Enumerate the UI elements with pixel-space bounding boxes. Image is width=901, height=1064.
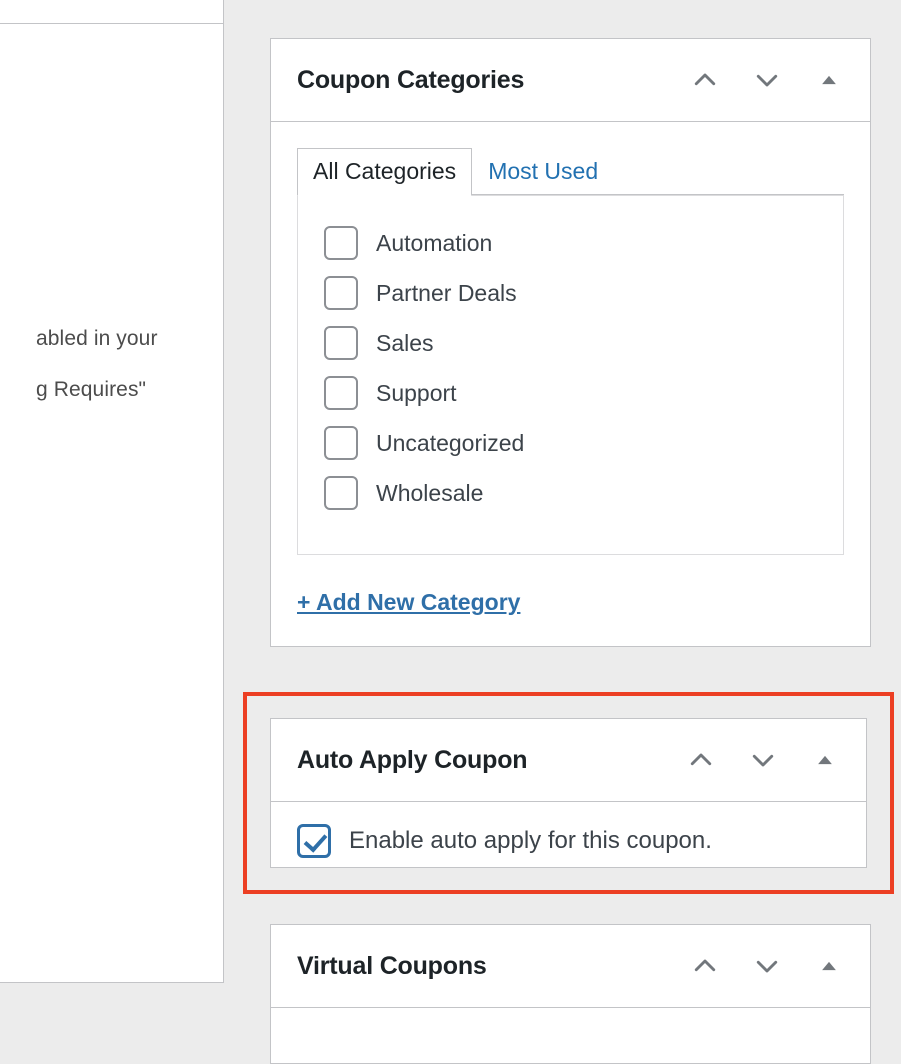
toggle-panel-triangle-up-icon[interactable] (808, 743, 842, 777)
category-tabs: All Categories Most Used (297, 148, 844, 196)
move-down-chevron-down-icon[interactable] (750, 63, 784, 97)
category-checkbox[interactable] (324, 476, 358, 510)
list-item[interactable]: Wholesale (324, 468, 843, 518)
category-label: Partner Deals (376, 279, 517, 306)
chevron-up-icon[interactable] (57, 0, 91, 3)
enable-auto-apply-label: Enable auto apply for this coupon. (349, 827, 712, 854)
add-new-category-link[interactable]: + Add New Category (297, 589, 520, 615)
panel-title-auto-apply-coupon: Auto Apply Coupon (297, 745, 528, 774)
panel-header-coupon-categories: Coupon Categories (271, 39, 870, 122)
panel-auto-apply-coupon: Auto Apply Coupon Enable auto apply for … (270, 718, 867, 868)
tab-most-used[interactable]: Most Used (472, 148, 614, 195)
list-item[interactable]: Automation (324, 218, 843, 268)
panel-title-virtual-coupons: Virtual Coupons (297, 951, 487, 980)
enable-auto-apply-checkbox[interactable] (297, 824, 331, 858)
left-panel-body (0, 24, 223, 52)
category-label: Support (376, 379, 457, 406)
move-down-chevron-down-icon[interactable] (750, 949, 784, 983)
left-panel-header (0, 0, 223, 24)
category-checkbox[interactable] (324, 226, 358, 260)
left-text-fragment-2: g Requires" (36, 378, 147, 401)
category-checkbox[interactable] (324, 276, 358, 310)
left-text-fragment-1: abled in your (36, 327, 158, 350)
list-item[interactable]: Uncategorized (324, 418, 843, 468)
panel-coupon-categories: Coupon Categories All Categories Most Us… (270, 38, 871, 647)
category-label: Automation (376, 229, 493, 256)
panel-body-virtual-coupons (271, 1008, 870, 1054)
list-item[interactable]: Support (324, 368, 843, 418)
category-checklist[interactable]: Automation Partner Deals Sales Support U… (297, 195, 844, 555)
panel-body-coupon-categories: All Categories Most Used Automation Part… (271, 122, 870, 646)
category-label: Wholesale (376, 479, 484, 506)
category-label: Uncategorized (376, 429, 525, 456)
list-item[interactable]: Partner Deals (324, 268, 843, 318)
panel-header-actions (688, 949, 852, 983)
move-up-chevron-up-icon[interactable] (684, 743, 718, 777)
panel-virtual-coupons: Virtual Coupons (270, 924, 871, 1064)
move-down-chevron-down-icon[interactable] (746, 743, 780, 777)
left-panel-header-actions (57, 0, 211, 3)
tab-all-categories[interactable]: All Categories (297, 148, 473, 196)
panel-header-actions (688, 63, 852, 97)
left-metabox-column (0, 0, 224, 983)
add-new-category-wrapper: + Add New Category (297, 555, 844, 620)
panel-header-virtual-coupons: Virtual Coupons (271, 925, 870, 1008)
panel-title-coupon-categories: Coupon Categories (297, 65, 525, 94)
category-checkbox[interactable] (324, 376, 358, 410)
toggle-panel-triangle-up-icon[interactable] (812, 63, 846, 97)
list-item[interactable]: Sales (324, 318, 843, 368)
toggle-panel-triangle-up-icon[interactable] (812, 949, 846, 983)
move-up-chevron-up-icon[interactable] (688, 63, 722, 97)
category-checkbox[interactable] (324, 426, 358, 460)
move-up-chevron-up-icon[interactable] (688, 949, 722, 983)
chevron-down-icon[interactable] (117, 0, 151, 3)
highlight-annotation-box: Auto Apply Coupon Enable auto apply for … (243, 692, 894, 894)
panel-header-actions (684, 743, 848, 777)
category-checkbox[interactable] (324, 326, 358, 360)
panel-header-auto-apply-coupon: Auto Apply Coupon (271, 719, 866, 802)
panel-body-auto-apply-coupon: Enable auto apply for this coupon. (271, 802, 866, 858)
category-label: Sales (376, 329, 434, 356)
triangle-up-icon[interactable] (177, 0, 211, 3)
